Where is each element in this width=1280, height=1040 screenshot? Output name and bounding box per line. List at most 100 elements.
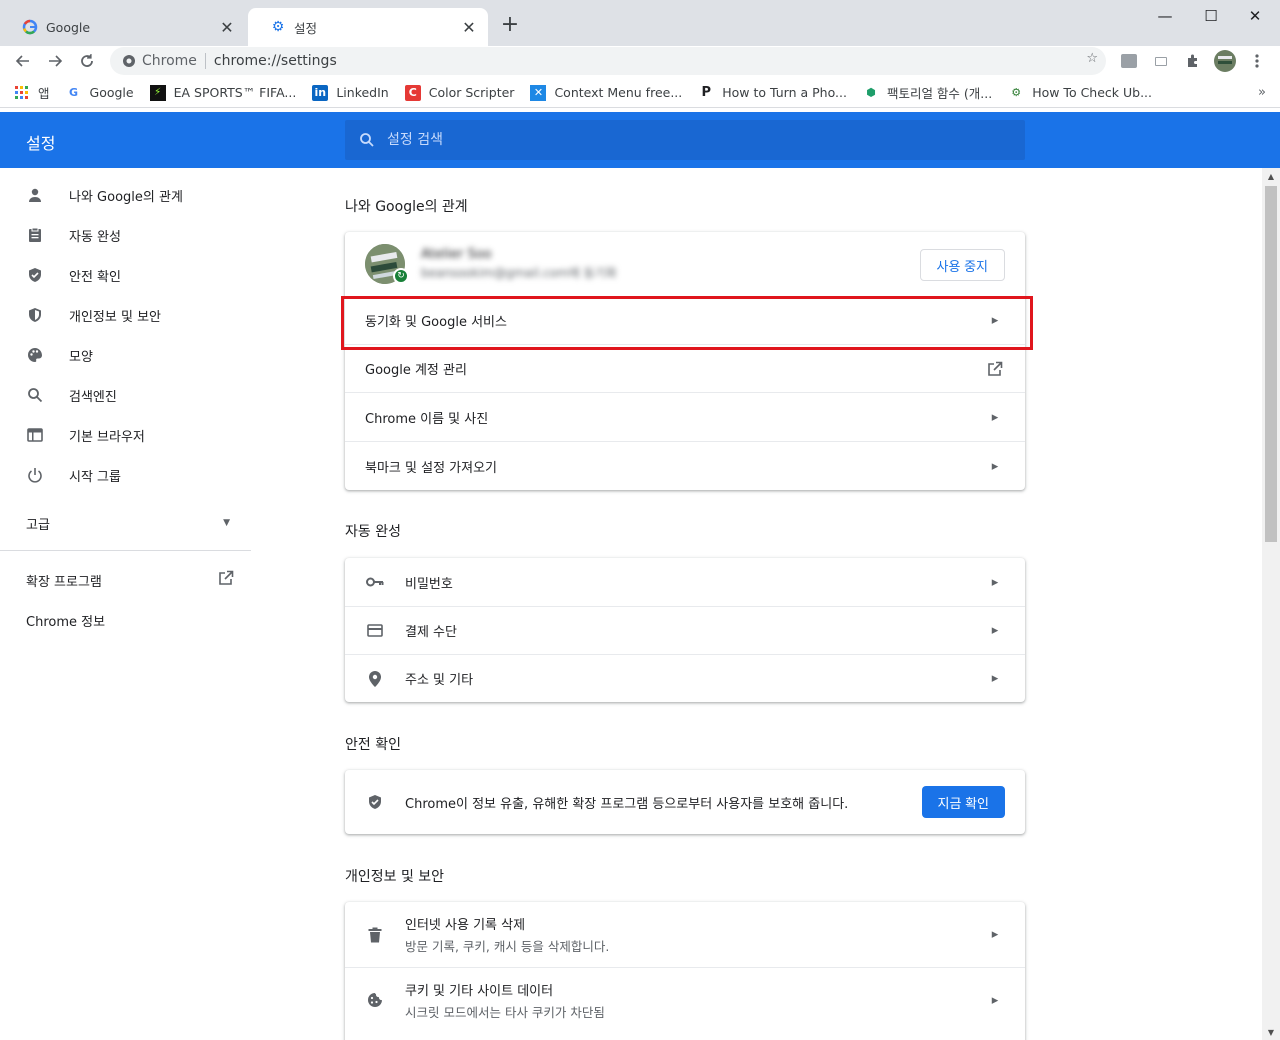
window-close-button[interactable]: ✕ [1232,0,1278,32]
manage-google-account-row[interactable]: Google 계정 관리 [345,344,1025,392]
sidebar-divider [0,550,251,551]
sidebar-item-autofill[interactable]: 자동 완성 [0,215,252,255]
payment-methods-row[interactable]: 결제 수단 ▸ [345,606,1025,654]
back-button[interactable] [11,49,35,73]
card-privacy: 인터넷 사용 기록 삭제 방문 기록, 쿠키, 캐시 등을 삭제합니다. ▸ 쿠… [345,902,1025,1040]
color-scripter-icon: C [404,84,421,101]
shield-check-icon [365,792,385,812]
extension-icon[interactable] [1152,52,1170,70]
chevron-right-double-icon[interactable]: » [1258,85,1266,100]
chrome-name-photo-row[interactable]: Chrome 이름 및 사진 ▸ [345,392,1025,441]
card-safety-check: Chrome이 정보 유출, 유해한 확장 프로그램 등으로부터 사용자를 보호… [345,770,1025,834]
bookmark-linkedin[interactable]: in LinkedIn [312,84,389,101]
arrow-right-icon: ▸ [991,992,999,1008]
settings-header: 설정 [0,112,1280,168]
row-sublabel: 방문 기록, 쿠키, 캐시 등을 삭제합니다. [405,939,610,954]
search-icon [26,386,44,404]
bookmark-label: Google [89,85,134,100]
sidebar-item-label: 개인정보 및 보안 [69,309,161,325]
tab-settings[interactable]: ⚙ 설정 ✕ [248,8,488,46]
ea-icon: ⚡ [149,84,166,101]
row-sublabel: 시크릿 모드에서는 타사 쿠키가 차단됨 [405,1004,605,1020]
scroll-up-icon[interactable]: ▲ [1262,168,1280,184]
bookmark-label: Context Menu free... [554,85,683,100]
row-label: Google 계정 관리 [365,363,467,378]
star-icon[interactable]: ☆ [1086,51,1098,66]
scrollbar[interactable]: ▲ ▼ [1262,168,1280,1040]
minimize-button[interactable]: — [1142,0,1188,32]
settings-search[interactable] [345,120,1025,160]
sidebar-item-default-browser[interactable]: 기본 브라우저 [0,415,252,455]
bookmark-context-menu[interactable]: ✕ Context Menu free... [530,84,683,101]
url-text[interactable]: chrome://settings [214,53,337,69]
palette-icon [26,346,44,364]
bookmark-label: Color Scripter [428,85,515,100]
person-icon [26,186,44,204]
tab-google[interactable]: Google ✕ [0,8,246,46]
p-icon: P [701,85,712,100]
sidebar-item-label: 고급 [26,517,50,533]
sidebar-about-chrome[interactable]: Chrome 정보 [0,600,252,640]
sidebar-advanced[interactable]: 고급 ▼ [0,503,252,543]
profile-name: Atelier Soo [421,247,492,262]
new-tab-button[interactable]: + [498,13,522,37]
cookie-icon [365,990,385,1010]
stop-sync-button[interactable]: 사용 중지 [919,249,1005,281]
reload-button[interactable] [75,49,99,73]
bookmark-ea-sports[interactable]: ⚡ EA SPORTS™ FIFA... [149,84,296,101]
sidebar-item-you-google[interactable]: 나와 Google의 관계 [0,175,252,215]
row-label: 쿠키 및 기타 사이트 데이터 [405,983,554,999]
shield-check-icon [26,266,44,284]
address-bar[interactable]: Chrome chrome://settings ☆ [110,47,1106,75]
section-title-you-google: 나와 Google의 관계 [345,199,468,215]
sidebar-item-privacy[interactable]: 개인정보 및 보안 [0,295,252,335]
close-icon[interactable]: ✕ [218,18,236,37]
bookmark-factorial[interactable]: ⬢ 팩토리얼 함수 (개... [863,83,992,102]
arrow-right-icon: ▸ [991,671,999,686]
section-title-privacy: 개인정보 및 보안 [345,869,445,885]
import-bookmarks-row[interactable]: 북마크 및 설정 가져오기 ▸ [345,441,1025,490]
clear-browsing-data-row[interactable]: 인터넷 사용 기록 삭제 방문 기록, 쿠키, 캐시 등을 삭제합니다. ▸ [345,902,1025,967]
cookies-row[interactable]: 쿠키 및 기타 사이트 데이터 시크릿 모드에서는 타사 쿠키가 차단됨 ▸ [345,967,1025,1032]
location-pin-icon [365,669,385,689]
page-title: 설정 [26,134,56,153]
arrow-right-icon: ▸ [991,313,999,328]
kebab-menu-icon[interactable] [1248,52,1266,70]
scroll-thumb[interactable] [1265,186,1277,542]
arrow-right-icon: ▸ [991,574,999,590]
puzzle-icon[interactable] [1184,52,1202,70]
section-title-autofill: 자동 완성 [345,524,401,540]
maximize-button[interactable]: ☐ [1188,0,1234,32]
site-label: Chrome [142,53,197,69]
search-input[interactable] [387,132,987,148]
bookmark-apps[interactable]: 앱 [14,83,50,102]
sync-google-services-row[interactable]: 동기화 및 Google 서비스 ▸ [345,296,1025,344]
bookmark-how-to-check[interactable]: ⚙ How To Check Ub... [1008,85,1152,101]
sidebar-item-safety[interactable]: 안전 확인 [0,255,252,295]
row-text: 인터넷 사용 기록 삭제 방문 기록, 쿠키, 캐시 등을 삭제합니다. [405,914,985,955]
browser-toolbar: Chrome chrome://settings ☆ [0,46,1280,76]
row-label: 주소 및 기타 [405,673,474,688]
scroll-down-icon[interactable]: ▼ [1262,1024,1280,1040]
extension-icon[interactable] [1120,52,1138,70]
sidebar-item-on-startup[interactable]: 시작 그룹 [0,455,252,495]
forward-button[interactable] [43,49,67,73]
sidebar-item-label: 자동 완성 [69,229,121,245]
sidebar-item-search-engine[interactable]: 검색엔진 [0,375,252,415]
sidebar-extensions[interactable]: 확장 프로그램 [0,560,252,600]
sidebar-item-label: 나와 Google의 관계 [69,189,183,205]
caret-down-icon: ▼ [223,518,230,528]
sidebar-item-appearance[interactable]: 모양 [0,335,252,375]
close-icon[interactable]: ✕ [460,18,478,37]
passwords-row[interactable]: 비밀번호 ▸ [345,558,1025,606]
check-now-button[interactable]: 지금 확인 [921,786,1005,818]
profile-avatar[interactable] [1214,50,1236,72]
bookmark-how-to-turn[interactable]: P How to Turn a Pho... [698,85,846,101]
bookmark-google[interactable]: G Google [66,85,134,101]
addresses-row[interactable]: 주소 및 기타 ▸ [345,654,1025,702]
open-in-new-icon [985,361,1005,377]
arrow-right-icon: ▸ [991,458,999,474]
bookmark-color-scripter[interactable]: C Color Scripter [404,84,515,101]
google-g-icon [22,19,38,35]
row-label: Chrome 이름 및 사진 [365,411,489,427]
